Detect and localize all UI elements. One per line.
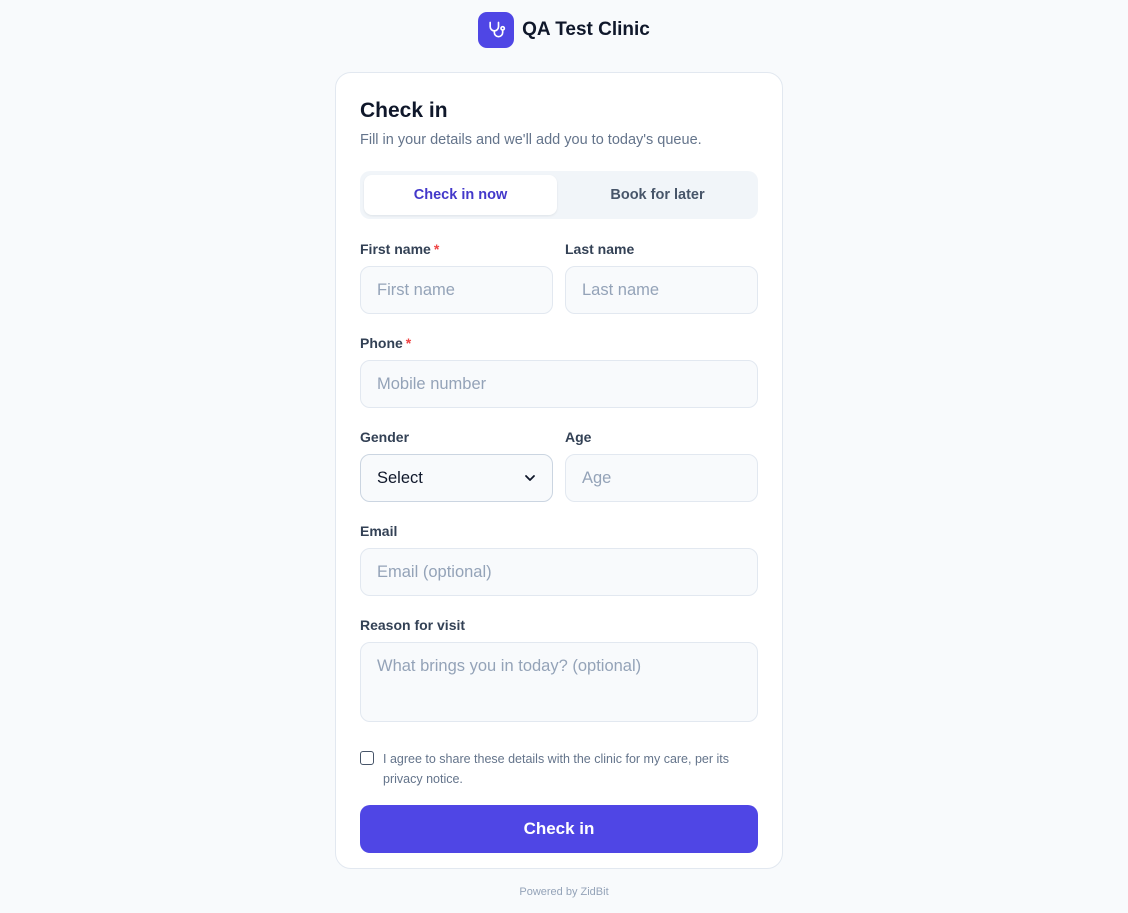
reason-textarea[interactable] [360, 642, 758, 722]
age-label: Age [565, 429, 592, 445]
first-name-input[interactable] [360, 266, 553, 314]
stethoscope-icon [478, 12, 515, 48]
email-label: Email [360, 523, 398, 539]
tab-check-in-now[interactable]: Check in now [364, 175, 557, 215]
gender-selected-value: Select [377, 468, 423, 487]
page-subtitle: Fill in your details and we'll add you t… [360, 132, 702, 148]
required-marker: * [433, 241, 440, 257]
reason-label: Reason for visit [360, 617, 466, 633]
age-input[interactable] [565, 454, 758, 502]
phone-input[interactable] [360, 360, 758, 408]
tab-book-for-later[interactable]: Book for later [561, 175, 754, 215]
brand-header: QA Test Clinic [0, 12, 1128, 48]
required-marker: * [405, 335, 412, 351]
consent-row: I agree to share these details with the … [360, 749, 758, 789]
last-name-input[interactable] [565, 266, 758, 314]
last-name-label: Last name [565, 241, 635, 257]
email-input[interactable] [360, 548, 758, 596]
check-in-button[interactable]: Check in [360, 805, 758, 853]
chevron-down-icon [525, 475, 535, 481]
mode-tabs: Check in now Book for later [360, 171, 758, 219]
first-name-label: First name * [360, 241, 440, 257]
check-in-card: Check in Fill in your details and we'll … [335, 72, 783, 869]
page-title: Check in [360, 99, 448, 122]
gender-select[interactable]: Select [360, 454, 553, 502]
consent-checkbox[interactable] [360, 751, 374, 765]
powered-by-footer: Powered by ZidBit [519, 886, 609, 898]
phone-label: Phone * [360, 335, 412, 351]
consent-text: I agree to share these details with the … [383, 752, 729, 786]
clinic-name: QA Test Clinic [522, 19, 650, 40]
gender-label: Gender [360, 429, 410, 445]
